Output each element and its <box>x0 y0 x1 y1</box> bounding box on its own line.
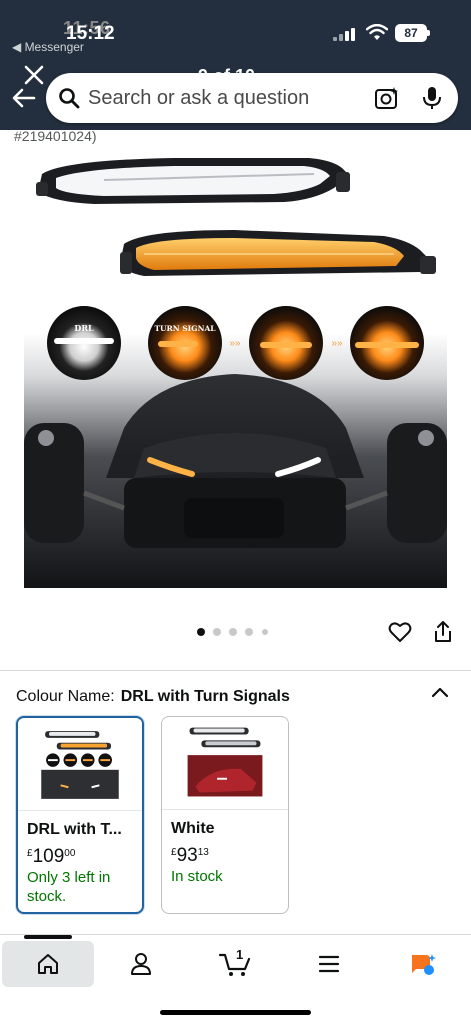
pagination-dot[interactable] <box>262 629 268 635</box>
colour-option-white[interactable]: White £9313 In stock <box>161 716 289 914</box>
colour-value: DRL with Turn Signals <box>120 688 290 705</box>
home-indicator <box>160 1010 311 1015</box>
swatch-price: £9313 <box>171 845 209 866</box>
back-arrow-icon[interactable] <box>10 86 38 110</box>
turn-signal-bubble: TURN SIGNAL <box>148 306 222 380</box>
cart-icon <box>218 953 251 976</box>
nav-account[interactable] <box>95 941 187 987</box>
product-image[interactable]: DRL TURN SIGNAL »» »» <box>24 148 447 588</box>
svg-text:TURN SIGNAL: TURN SIGNAL <box>154 324 216 333</box>
nav-cart[interactable]: 1 <box>189 941 281 987</box>
home-icon <box>38 954 58 974</box>
swatch-separator <box>18 810 142 811</box>
drl-light-bar <box>36 158 350 204</box>
drl-bubble: DRL <box>47 306 121 380</box>
colour-name-row: Colour Name: DRL with Turn Signals <box>16 688 290 706</box>
pagination-dot[interactable] <box>245 628 253 636</box>
nav-rufus[interactable] <box>377 941 469 987</box>
heart-icon[interactable] <box>388 620 412 644</box>
pagination-dot[interactable] <box>197 628 205 636</box>
back-to-app-link[interactable]: ◀ Messenger <box>12 40 84 54</box>
swatch-thumbnail <box>162 717 288 809</box>
status-bar: 11:56 15:12 ◀ Messenger 87 <box>0 0 471 54</box>
nav-home[interactable] <box>2 935 94 987</box>
section-divider <box>0 670 471 671</box>
share-icon[interactable] <box>432 620 454 644</box>
rufus-icon <box>412 954 436 975</box>
swatch-name: DRL with T... <box>27 821 122 838</box>
search-bar[interactable]: Search or ask a question <box>46 73 458 123</box>
top-header: 11:56 15:12 ◀ Messenger 87 9 of 10 Searc… <box>0 0 471 130</box>
search-input[interactable]: Search or ask a question <box>88 87 309 110</box>
arrow-glyph: »» <box>229 338 241 349</box>
swatch-separator <box>162 809 288 810</box>
swatch-stock: In stock <box>171 868 223 885</box>
swatch-name: White <box>171 820 215 837</box>
search-icon <box>59 88 80 109</box>
swatch-price: £10900 <box>27 846 76 867</box>
camera-search-icon[interactable] <box>374 86 400 110</box>
pagination-dot[interactable] <box>213 628 221 636</box>
turn-signal-light-bar <box>120 230 436 276</box>
wifi-icon <box>366 24 388 40</box>
sequential-bubble-2 <box>350 306 424 380</box>
sequential-bubble-1 <box>249 306 323 380</box>
chevron-up-icon[interactable] <box>430 685 450 699</box>
signal-icon <box>333 27 359 41</box>
microphone-icon[interactable] <box>421 85 443 111</box>
pagination-dot[interactable] <box>229 628 237 636</box>
active-indicator <box>24 935 72 939</box>
nav-menu[interactable] <box>283 941 375 987</box>
product-id-fragment: #219401024) <box>14 128 97 144</box>
battery-icon: 87 <box>395 24 430 42</box>
account-icon <box>131 953 151 975</box>
swatch-stock: Only 3 left in stock. <box>27 869 111 905</box>
colour-option-drl-turn[interactable]: DRL with T... £10900 Only 3 left in stoc… <box>16 716 144 914</box>
menu-icon <box>318 955 340 973</box>
close-icon[interactable] <box>22 63 46 87</box>
swatch-thumbnail <box>18 719 142 809</box>
svg-text:DRL: DRL <box>74 323 94 333</box>
arrow-glyph: »» <box>331 338 343 349</box>
colour-label: Colour Name: <box>16 688 115 705</box>
